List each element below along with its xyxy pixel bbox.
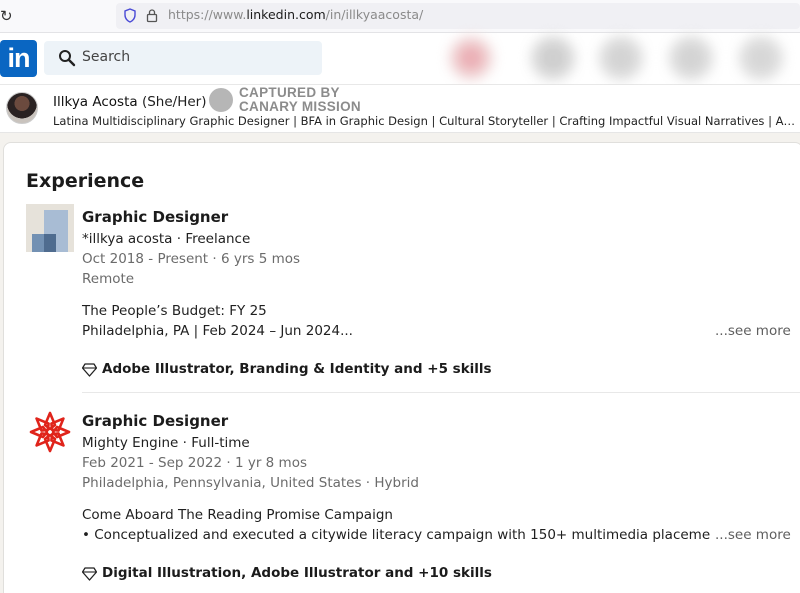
job-description: The People’s Budget: FY 25: [82, 303, 267, 319]
section-title: Experience: [26, 170, 145, 192]
job-title: Graphic Designer: [82, 412, 229, 430]
url-text[interactable]: https://www.linkedin.com/in/illkyaacosta…: [168, 7, 423, 22]
profile-name: Illkya Acosta (She/Her): [53, 94, 207, 110]
job-location: Remote: [82, 271, 135, 287]
diamond-icon: [82, 363, 97, 377]
job-description: Philadelphia, PA | Feb 2024 – Jun 2024..…: [82, 323, 353, 339]
job-location: Philadelphia, Pennsylvania, United State…: [82, 475, 419, 491]
see-more-link[interactable]: ...see more: [713, 527, 791, 543]
nav-item-blurred[interactable]: [598, 35, 644, 81]
job-dates: Feb 2021 - Sep 2022 · 1 yr 8 mos: [82, 455, 308, 471]
watermark-text: CAPTURED BY CANARY MISSION: [239, 85, 361, 114]
watermark-logo-icon: [209, 88, 233, 112]
see-more-link[interactable]: ...see more: [713, 323, 791, 339]
search-input[interactable]: Search: [44, 41, 322, 75]
profile-headline: Latina Multidisciplinary Graphic Designe…: [53, 114, 795, 128]
nav-item-blurred[interactable]: [738, 35, 784, 81]
company-logo-icon[interactable]: [26, 204, 74, 252]
browser-toolbar: ↻ https://www.linkedin.com/in/illkyaacos…: [0, 0, 800, 33]
address-bar[interactable]: https://www.linkedin.com/in/illkyaacosta…: [116, 3, 800, 29]
search-icon: [59, 50, 76, 67]
nav-item-blurred[interactable]: [668, 35, 714, 81]
shield-icon[interactable]: [124, 8, 136, 23]
linkedin-header: in Search: [0, 33, 800, 85]
job-description: • Conceptualized and executed a citywide…: [82, 527, 710, 543]
company-name: Mighty Engine · Full-time: [82, 435, 250, 451]
job-dates: Oct 2018 - Present · 6 yrs 5 mos: [82, 251, 301, 267]
nav-item-blurred[interactable]: [448, 35, 494, 81]
divider: [82, 392, 800, 393]
mighty-engine-logo-icon[interactable]: [26, 408, 74, 456]
linkedin-logo[interactable]: in: [0, 40, 37, 77]
company-name: *illkya acosta · Freelance: [82, 231, 251, 247]
experience-card: Experience Graphic Designer *illkya acos…: [3, 142, 800, 593]
search-placeholder: Search: [82, 49, 131, 65]
job-title: Graphic Designer: [82, 208, 229, 226]
lock-icon[interactable]: [146, 8, 158, 23]
diamond-icon: [82, 567, 97, 581]
avatar[interactable]: [6, 92, 38, 124]
reload-icon[interactable]: ↻: [0, 7, 12, 25]
job-description: Come Aboard The Reading Promise Campaign: [82, 507, 393, 523]
profile-sticky-header: Illkya Acosta (She/Her) Latina Multidisc…: [0, 85, 800, 133]
nav-item-blurred[interactable]: [530, 35, 576, 81]
